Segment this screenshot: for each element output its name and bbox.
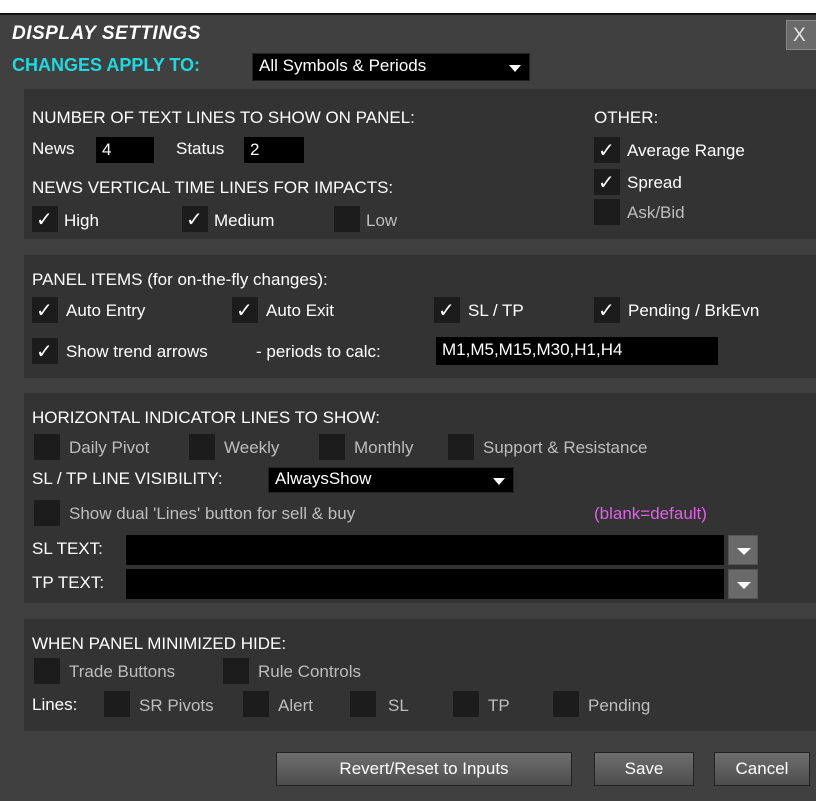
revert-reset-button[interactable]: Revert/Reset to Inputs (276, 752, 572, 786)
support-resistance-checkbox[interactable] (448, 434, 474, 460)
tp-text-input[interactable] (126, 569, 724, 599)
support-resistance-label: Support & Resistance (483, 438, 648, 457)
high-checkbox[interactable] (32, 206, 58, 232)
apply-to-value: All Symbols & Periods (259, 56, 427, 75)
rule-controls-checkbox[interactable] (223, 658, 249, 684)
minimized-heading: WHEN PANEL MINIMIZED HIDE: (32, 634, 287, 653)
pending-checkbox[interactable] (553, 691, 579, 717)
news-lines-input[interactable]: 4 (96, 137, 154, 163)
apply-to-dropdown[interactable]: All Symbols & Periods (252, 53, 530, 81)
tp-text-dropdown-button[interactable] (728, 569, 758, 599)
auto-entry-label: Auto Entry (66, 301, 146, 320)
ask-bid-checkbox[interactable] (594, 199, 620, 225)
spread-label: Spread (627, 173, 682, 192)
horizontal-heading: HORIZONTAL INDICATOR LINES TO SHOW: (32, 408, 380, 427)
news-lines-heading: NEWS VERTICAL TIME LINES FOR IMPACTS: (32, 178, 394, 197)
news-label: News (32, 139, 75, 158)
trend-arrows-label: Show trend arrows (66, 342, 208, 361)
horizontal-lines-panel: HORIZONTAL INDICATOR LINES TO SHOW: Dail… (24, 393, 816, 603)
sl-text-input[interactable] (126, 535, 724, 565)
panel-items-panel: PANEL ITEMS (for on-the-fly changes): Au… (24, 255, 816, 378)
chevron-down-icon (509, 65, 521, 72)
trade-buttons-checkbox[interactable] (34, 658, 60, 684)
save-button[interactable]: Save (594, 752, 694, 786)
sl-text-label: SL TEXT: (32, 539, 103, 558)
sl-tp-checkbox[interactable] (434, 297, 460, 323)
dialog-title: DISPLAY SETTINGS (12, 23, 201, 44)
auto-exit-label: Auto Exit (266, 301, 335, 320)
dual-lines-checkbox[interactable] (34, 500, 60, 526)
rule-controls-label: Rule Controls (258, 662, 361, 681)
status-lines-input[interactable]: 2 (244, 137, 304, 163)
low-label: Low (366, 211, 398, 230)
ask-bid-label: Ask/Bid (627, 203, 685, 222)
periods-label: - periods to calc: (256, 342, 381, 361)
auto-exit-checkbox[interactable] (232, 297, 258, 323)
periods-input[interactable]: M1,M5,M15,M30,H1,H4 (436, 337, 718, 365)
news-lines-value: 4 (102, 140, 112, 159)
pending-brkevn-label: Pending / BrkEvn (628, 301, 760, 320)
periods-value: M1,M5,M15,M30,H1,H4 (442, 340, 623, 359)
tp-checkbox[interactable] (453, 691, 479, 717)
revert-reset-label: Revert/Reset to Inputs (339, 759, 509, 778)
tp-label: TP (488, 696, 510, 715)
visibility-value: AlwaysShow (275, 469, 372, 488)
minimized-panel: WHEN PANEL MINIMIZED HIDE: Trade Buttons… (24, 619, 816, 731)
status-lines-value: 2 (250, 140, 260, 159)
alert-checkbox[interactable] (243, 691, 269, 717)
monthly-checkbox[interactable] (319, 434, 345, 460)
trade-buttons-label: Trade Buttons (69, 662, 176, 681)
sr-pivots-label: SR Pivots (139, 696, 214, 715)
apply-to-label: CHANGES APPLY TO: (12, 55, 201, 75)
alert-label: Alert (278, 696, 313, 715)
text-lines-panel: NUMBER OF TEXT LINES TO SHOW ON PANEL: N… (24, 89, 816, 239)
other-heading: OTHER: (594, 108, 659, 127)
pending-label: Pending (588, 696, 651, 715)
dual-lines-label: Show dual 'Lines' button for sell & buy (69, 504, 356, 523)
display-settings-dialog: DISPLAY SETTINGS X CHANGES APPLY TO: All… (0, 13, 816, 801)
average-range-label: Average Range (627, 141, 745, 160)
monthly-label: Monthly (354, 438, 414, 457)
sl-checkbox[interactable] (350, 691, 376, 717)
average-range-checkbox[interactable] (594, 137, 620, 163)
sr-pivots-checkbox[interactable] (104, 691, 130, 717)
close-button[interactable]: X (786, 20, 816, 50)
cancel-button[interactable]: Cancel (714, 752, 810, 786)
visibility-label: SL / TP LINE VISIBILITY: (32, 469, 223, 488)
sl-tp-label: SL / TP (468, 301, 524, 320)
panel-items-heading: PANEL ITEMS (for on-the-fly changes): (32, 270, 328, 289)
blank-default-hint: (blank=default) (594, 504, 707, 523)
weekly-label: Weekly (224, 438, 280, 457)
visibility-dropdown[interactable]: AlwaysShow (268, 467, 514, 493)
save-label: Save (624, 759, 664, 778)
low-checkbox[interactable] (334, 206, 360, 232)
auto-entry-checkbox[interactable] (32, 297, 58, 323)
medium-label: Medium (214, 211, 275, 230)
sl-label: SL (388, 696, 409, 715)
daily-pivot-label: Daily Pivot (69, 438, 150, 457)
high-label: High (64, 211, 99, 230)
weekly-checkbox[interactable] (189, 434, 215, 460)
tp-text-label: TP TEXT: (32, 573, 105, 592)
spread-checkbox[interactable] (594, 169, 620, 195)
cancel-label: Cancel (735, 759, 789, 778)
lines-label: Lines: (32, 695, 78, 714)
trend-arrows-checkbox[interactable] (32, 338, 58, 364)
text-lines-heading: NUMBER OF TEXT LINES TO SHOW ON PANEL: (32, 108, 415, 127)
status-label: Status (176, 139, 225, 158)
pending-brkevn-checkbox[interactable] (594, 297, 620, 323)
sl-text-dropdown-button[interactable] (728, 535, 758, 565)
chevron-down-icon (493, 478, 505, 485)
medium-checkbox[interactable] (182, 206, 208, 232)
daily-pivot-checkbox[interactable] (34, 434, 60, 460)
